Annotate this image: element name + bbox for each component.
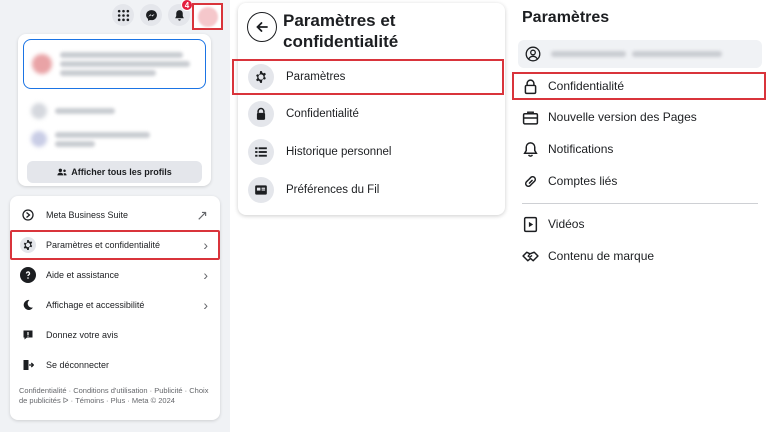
profile-row[interactable]	[23, 97, 206, 125]
blurred-profile-name	[55, 129, 150, 150]
menu-item-feed-preferences[interactable]: Préférences du Fil	[238, 172, 505, 208]
settings-panel: Paramètres Confidentialité Nouvelle vers…	[512, 0, 768, 432]
lock-icon	[524, 78, 537, 94]
menu-item-display-accessibility[interactable]: Affichage et accessibilité ›	[10, 290, 220, 320]
gear-icon	[248, 64, 274, 90]
bell-icon	[523, 141, 538, 157]
feed-icon	[248, 177, 274, 203]
settings-privacy-panel: Paramètres et confidentialité Paramètres…	[232, 3, 505, 215]
menu-item-label: Affichage et accessibilité	[46, 300, 145, 310]
handshake-icon	[522, 251, 539, 261]
avatar	[31, 103, 47, 119]
feedback-icon	[20, 327, 36, 343]
menu-item-label: Paramètres et confidentialité	[46, 240, 161, 250]
logout-icon	[20, 357, 36, 373]
gear-icon	[20, 237, 36, 253]
menu-item-linked-accounts[interactable]: Comptes liés	[512, 167, 768, 195]
people-icon	[57, 168, 67, 176]
blurred-profile-name	[60, 49, 197, 79]
back-button[interactable]	[247, 12, 277, 42]
profiles-card: Afficher tous les profils	[18, 34, 211, 186]
menu-item-settings[interactable]: Paramètres	[232, 59, 504, 95]
menu-item-label: Se déconnecter	[46, 360, 110, 370]
avatar	[31, 131, 47, 147]
menu-item-notifications[interactable]: Notifications	[512, 135, 768, 163]
lock-icon	[248, 101, 274, 127]
briefcase-icon	[522, 110, 539, 125]
account-menu-list: Meta Business Suite ↗ Paramètres et conf…	[10, 196, 220, 420]
messenger-icon[interactable]	[140, 4, 162, 26]
menu-item-feedback[interactable]: Donnez votre avis	[10, 320, 220, 350]
panel-title: Paramètres et confidentialité	[283, 11, 399, 51]
footer-links[interactable]: Confidentialité · Conditions d'utilisati…	[10, 380, 220, 406]
top-icon-bar: 4	[112, 0, 193, 28]
blurred-profile-name	[551, 48, 722, 60]
avatar	[32, 54, 52, 74]
moon-icon	[20, 297, 36, 313]
menu-item-label: Vidéos	[548, 217, 585, 231]
menu-item-activity-log[interactable]: Historique personnel	[238, 134, 505, 170]
menu-item-help[interactable]: Aide et assistance ›	[10, 260, 220, 290]
divider	[522, 203, 758, 204]
link-icon	[525, 175, 536, 187]
menu-item-videos[interactable]: Vidéos	[512, 210, 768, 238]
menu-item-privacy[interactable]: Confidentialité	[238, 96, 505, 132]
external-link-icon: ↗	[196, 206, 208, 223]
chevron-right-icon: ›	[203, 267, 208, 283]
profile-switcher[interactable]	[518, 40, 762, 68]
help-icon	[20, 267, 36, 283]
menu-item-label: Notifications	[548, 142, 614, 156]
menu-item-logout[interactable]: Se déconnecter	[10, 350, 220, 380]
menu-item-label: Comptes liés	[548, 174, 618, 188]
menu-item-privacy[interactable]: Confidentialité	[512, 72, 766, 100]
list-icon	[248, 139, 274, 165]
menu-item-label: Historique personnel	[286, 146, 392, 158]
menu-item-label: Aide et assistance	[46, 270, 120, 280]
menu-item-label: Contenu de marque	[548, 249, 655, 263]
notifications-bell-icon[interactable]: 4	[168, 0, 193, 26]
active-profile[interactable]	[23, 39, 206, 89]
menu-grid-icon[interactable]	[112, 4, 134, 26]
video-icon	[523, 216, 538, 232]
avatar	[197, 6, 218, 27]
menu-item-label: Confidentialité	[548, 79, 625, 93]
show-all-profiles-button[interactable]: Afficher tous les profils	[27, 161, 202, 183]
menu-item-meta-business-suite[interactable]: Meta Business Suite ↗	[10, 200, 220, 230]
business-suite-icon	[20, 207, 36, 223]
chevron-right-icon: ›	[203, 297, 208, 313]
menu-item-label: Confidentialité	[286, 108, 359, 120]
menu-item-label: Donnez votre avis	[46, 330, 119, 340]
blurred-profile-name	[55, 108, 115, 114]
menu-item-label: Paramètres	[286, 71, 346, 83]
arrow-left-icon	[256, 22, 268, 32]
profile-row[interactable]	[23, 125, 206, 153]
menu-item-label: Meta Business Suite	[46, 210, 129, 220]
show-all-profiles-label: Afficher tous les profils	[71, 167, 172, 177]
menu-item-new-pages-experience[interactable]: Nouvelle version des Pages	[512, 103, 768, 131]
profile-avatar-button[interactable]	[192, 3, 223, 30]
menu-item-branded-content[interactable]: Contenu de marque	[512, 242, 768, 270]
user-circle-icon	[525, 46, 541, 62]
menu-item-label: Nouvelle version des Pages	[548, 110, 697, 124]
menu-item-label: Préférences du Fil	[286, 184, 380, 196]
menu-item-settings-privacy[interactable]: Paramètres et confidentialité ›	[10, 230, 220, 260]
account-menu-panel: 4 Afficher tous les profils Meta Busines…	[0, 0, 230, 432]
chevron-right-icon: ›	[203, 237, 208, 253]
panel-title: Paramètres	[522, 9, 610, 26]
